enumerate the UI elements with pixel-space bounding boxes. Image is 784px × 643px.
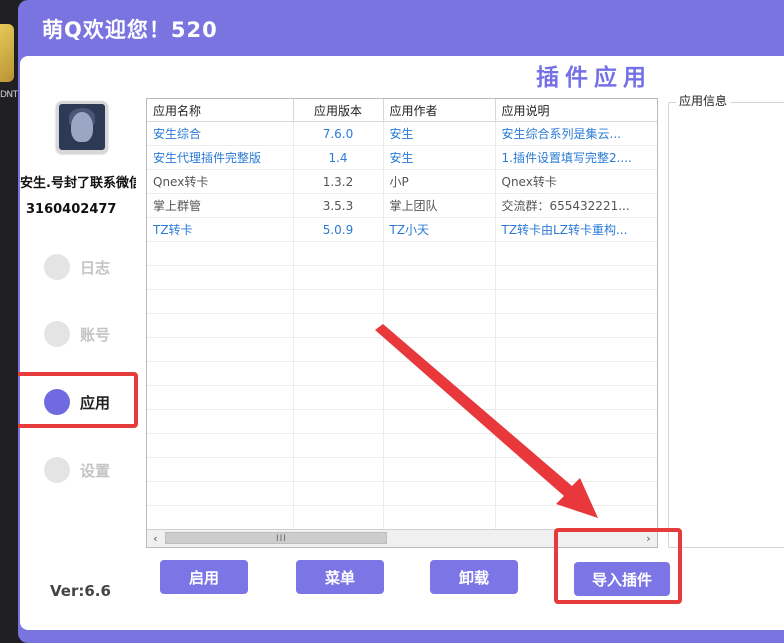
annotation-arrow-icon: [375, 324, 598, 518]
